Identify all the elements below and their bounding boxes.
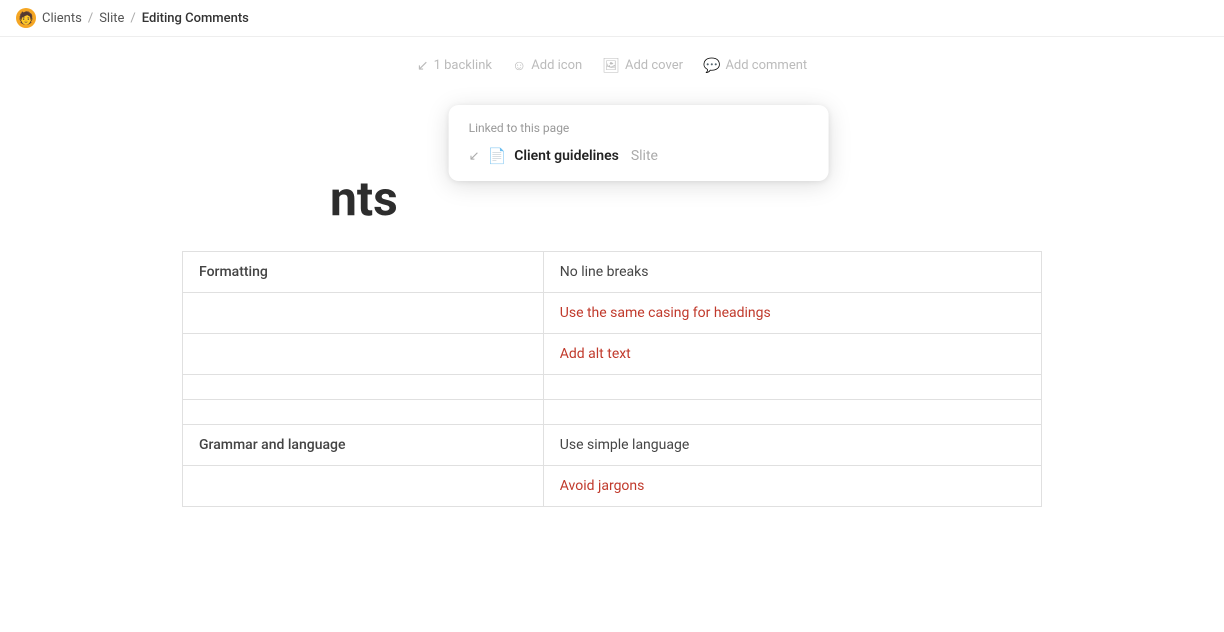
add-comment-button[interactable]: 💬 Add comment (703, 58, 807, 74)
backlink-workspace: Slite (631, 148, 658, 164)
backlink-label: 1 backlink (434, 58, 492, 73)
table-cell-col2[interactable]: Use the same casing for headings (543, 293, 1041, 334)
table-cell-col2: Use simple language (543, 425, 1041, 466)
table-cell-col1: Formatting (183, 252, 544, 293)
breadcrumb-clients[interactable]: Clients (42, 11, 82, 26)
user-avatar: 🧑 (16, 8, 36, 28)
add-icon-label: Add icon (531, 58, 582, 73)
backlink-icon: ↙ (417, 58, 429, 74)
table-row: Add alt text (183, 334, 1042, 375)
emoji-icon: ☺ (512, 57, 526, 74)
table-row (183, 375, 1042, 400)
add-cover-button[interactable]: 🖼 Add cover (602, 58, 683, 74)
table-cell-col1 (183, 400, 544, 425)
page-toolbar: ↙ 1 backlink ☺ Add icon 🖼 Add cover 💬 Ad… (417, 57, 807, 74)
backlink-doc-name: Client guidelines (514, 148, 619, 164)
table-cell-col2[interactable]: Add alt text (543, 334, 1041, 375)
breadcrumb-sep-1: / (88, 11, 93, 26)
table-cell-col1 (183, 334, 544, 375)
add-cover-label: Add cover (625, 58, 683, 73)
table-row: Use the same casing for headings (183, 293, 1042, 334)
add-comment-label: Add comment (725, 58, 807, 73)
table-row: Avoid jargons (183, 466, 1042, 507)
comment-icon: 💬 (703, 58, 720, 74)
page-title: nts (330, 170, 398, 227)
table-row: Grammar and languageUse simple language (183, 425, 1042, 466)
breadcrumb: 🧑 Clients / Slite / Editing Comments (0, 0, 1224, 37)
backlink-button[interactable]: ↙ 1 backlink (417, 58, 492, 74)
table-row (183, 400, 1042, 425)
document-icon: 📄 (488, 147, 507, 165)
breadcrumb-slite[interactable]: Slite (99, 11, 124, 26)
image-icon: 🖼 (602, 58, 620, 74)
backlink-popup-title: Linked to this page (469, 121, 809, 135)
breadcrumb-sep-2: / (130, 11, 135, 26)
backlink-popup: Linked to this page ↙ 📄 Client guideline… (449, 105, 829, 181)
backlink-list-item[interactable]: ↙ 📄 Client guidelines Slite (469, 147, 809, 165)
table-cell-col1 (183, 375, 544, 400)
table-row: FormattingNo line breaks (183, 252, 1042, 293)
add-icon-button[interactable]: ☺ Add icon (512, 57, 582, 74)
table-cell-link[interactable]: Use the same casing for headings (560, 305, 771, 321)
breadcrumb-current: Editing Comments (142, 11, 249, 26)
table-cell-link[interactable]: Add alt text (560, 346, 631, 362)
table-cell-col2[interactable]: Avoid jargons (543, 466, 1041, 507)
table-cell-col1 (183, 293, 544, 334)
main-content: ↙ 1 backlink ☺ Add icon 🖼 Add cover 💬 Ad… (0, 37, 1224, 527)
backlink-arrow-icon: ↙ (469, 149, 480, 164)
content-table: FormattingNo line breaks Use the same cas… (182, 251, 1042, 507)
table-cell-col2: No line breaks (543, 252, 1041, 293)
table-cell-link[interactable]: Avoid jargons (560, 478, 645, 494)
table-cell-col1: Grammar and language (183, 425, 544, 466)
table-cell-col1 (183, 466, 544, 507)
table-cell-col2 (543, 400, 1041, 425)
table-cell-col2 (543, 375, 1041, 400)
